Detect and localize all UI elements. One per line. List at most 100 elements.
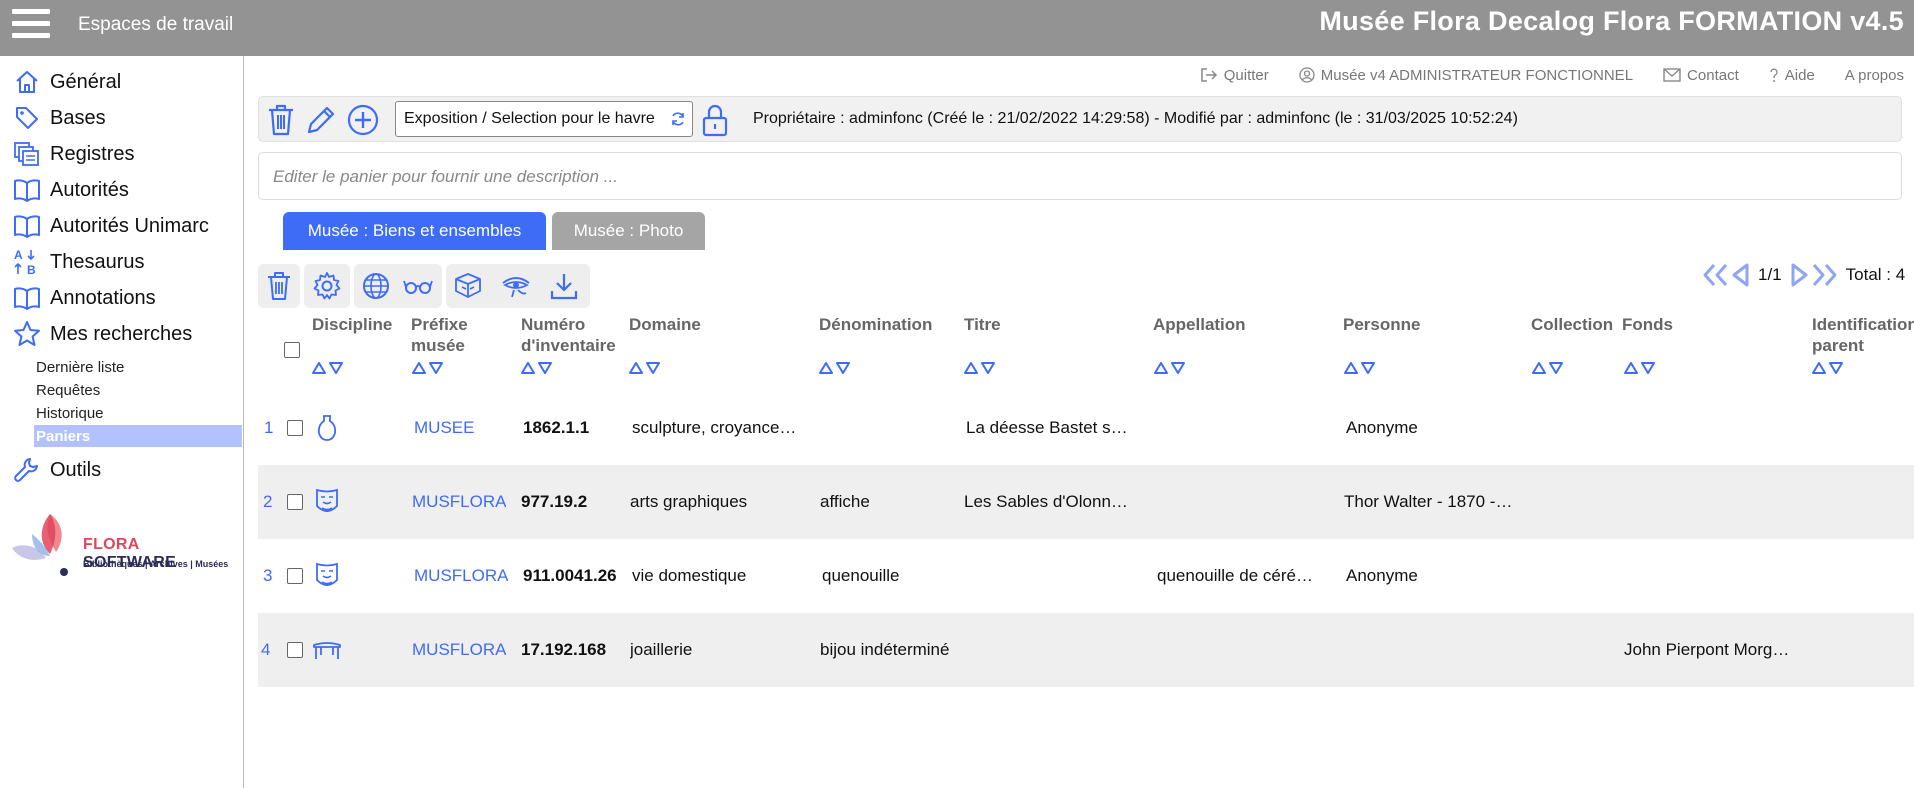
sidebar-subitem-derniere-liste[interactable]: Dernière liste	[34, 356, 242, 378]
prefix-link[interactable]: MUSFLORA	[412, 465, 506, 539]
column-header-denomination: Dénomination	[819, 315, 933, 334]
sidebar-item-bases[interactable]: Bases	[12, 102, 106, 134]
add-icon[interactable]	[345, 101, 381, 139]
action-group-view	[354, 264, 442, 308]
page-indicator: 1/1	[1758, 265, 1782, 284]
sidebar-subitem-historique[interactable]: Historique	[34, 402, 242, 424]
prefix-link[interactable]: MUSEE	[414, 391, 474, 465]
lock-icon[interactable]	[697, 101, 733, 139]
gear-icon[interactable]	[309, 268, 345, 304]
column-header-person: Personne	[1343, 315, 1421, 334]
help-link[interactable]: Aide	[1769, 64, 1815, 86]
contact-link[interactable]: Contact	[1663, 64, 1739, 86]
sort-arrows-icon[interactable]	[818, 360, 852, 376]
sidebar-item-thesaurus[interactable]: AB Thesaurus	[12, 246, 145, 278]
workspaces-link[interactable]: Espaces de travail	[78, 14, 233, 36]
inventory-number: 17.192.168	[521, 640, 607, 659]
menu-icon[interactable]	[12, 9, 50, 39]
flora-software-logo: FLORA SOFTWARE Bibliothèques | Archives …	[10, 508, 235, 580]
prefix-link[interactable]: MUSFLORA	[414, 539, 508, 613]
sort-arrows-icon[interactable]	[520, 360, 554, 376]
about-link[interactable]: A propos	[1845, 64, 1904, 86]
sort-arrows-icon[interactable]	[1531, 360, 1565, 376]
basket-select[interactable]: Exposition / Selection pour le havre	[395, 101, 693, 137]
table-row[interactable]: 1 MUSEE 1862.1.1 sculpture, croyance… La…	[258, 391, 1914, 465]
sidebar: Général Bases Registres Autorités Autori…	[0, 56, 244, 788]
appellation-cell	[1155, 613, 1341, 687]
sort-fonds[interactable]	[1623, 360, 1657, 376]
sidebar-item-registres[interactable]: Registres	[12, 138, 134, 170]
column-header-domain: Domaine	[629, 315, 701, 334]
trash-icon[interactable]	[263, 101, 299, 139]
sidebar-item-label: Thesaurus	[50, 250, 145, 273]
sort-arrows-icon[interactable]	[628, 360, 662, 376]
table-row[interactable]: 2 MUSFLORA 977.19.2 arts graphiques affi…	[258, 465, 1914, 539]
table-row[interactable]: 3 MUSFLORA 911.0041.26 vie domestique qu…	[258, 539, 1914, 613]
sidebar-item-annotations[interactable]: Annotations	[12, 282, 156, 314]
app-title: Musée Flora Decalog Flora FORMATION v4.5	[1319, 6, 1904, 36]
description-field[interactable]: Editer le panier pour fournir une descri…	[258, 152, 1902, 200]
last-page-icon[interactable]	[1810, 262, 1838, 288]
tab-photo[interactable]: Musée : Photo	[552, 212, 705, 250]
boxes-icon[interactable]	[450, 268, 486, 304]
sort-inventory[interactable]	[520, 360, 554, 376]
trash-icon[interactable]	[261, 268, 297, 304]
sort-discipline[interactable]	[311, 360, 345, 376]
select-all-checkbox[interactable]	[284, 342, 300, 358]
table-row[interactable]: 4 MUSFLORA 17.192.168 joaillerie bijou i…	[258, 613, 1914, 687]
user-link[interactable]: Musée v4 ADMINISTRATEUR FONCTIONNEL	[1299, 64, 1633, 86]
mail-icon	[1663, 68, 1681, 82]
previous-page-icon[interactable]	[1730, 262, 1750, 288]
sidebar-item-autorites-unimarc[interactable]: Autorités Unimarc	[12, 210, 209, 242]
sort-arrows-icon[interactable]	[1623, 360, 1657, 376]
person-cell	[1344, 613, 1530, 687]
sort-arrows-icon[interactable]	[1153, 360, 1187, 376]
sidebar-item-label: Annotations	[50, 286, 156, 309]
book-icon	[12, 211, 42, 241]
tab-biens-et-ensembles[interactable]: Musée : Biens et ensembles	[283, 212, 546, 250]
title-cell	[964, 613, 1150, 687]
tag-icon	[12, 103, 42, 133]
row-checkbox[interactable]	[287, 494, 303, 510]
edit-icon[interactable]	[303, 101, 339, 139]
quit-link[interactable]: Quitter	[1200, 64, 1269, 86]
row-checkbox[interactable]	[287, 642, 303, 658]
sort-arrows-icon[interactable]	[963, 360, 997, 376]
next-page-icon[interactable]	[1790, 262, 1810, 288]
sort-parent[interactable]	[1811, 360, 1845, 376]
sort-denomination[interactable]	[818, 360, 852, 376]
prefix-link[interactable]: MUSFLORA	[412, 613, 506, 687]
sort-domain[interactable]	[628, 360, 662, 376]
sidebar-subitem-requetes[interactable]: Requêtes	[34, 379, 242, 401]
sort-appellation[interactable]	[1153, 360, 1187, 376]
sort-arrows-icon[interactable]	[1811, 360, 1845, 376]
sort-title[interactable]	[963, 360, 997, 376]
fonds-cell	[1624, 391, 1810, 465]
first-page-icon[interactable]	[1702, 262, 1730, 288]
appellation-cell	[1155, 465, 1341, 539]
sort-prefix[interactable]	[411, 360, 445, 376]
sidebar-item-outils[interactable]: Outils	[12, 454, 101, 486]
sort-collection[interactable]	[1531, 360, 1565, 376]
sort-arrows-icon[interactable]	[411, 360, 445, 376]
appellation-cell	[1155, 391, 1341, 465]
eye-icon[interactable]	[498, 268, 534, 304]
sort-arrows-icon[interactable]	[1343, 360, 1377, 376]
globe-icon[interactable]	[358, 268, 394, 304]
sort-person[interactable]	[1343, 360, 1377, 376]
download-icon[interactable]	[546, 268, 582, 304]
glasses-icon[interactable]	[400, 268, 436, 304]
title-cell: Les Sables d'Olonn…	[964, 492, 1128, 511]
sidebar-item-label: Bases	[50, 106, 106, 129]
sidebar-item-autorites[interactable]: Autorités	[12, 174, 129, 206]
refresh-icon[interactable]	[670, 111, 686, 127]
row-checkbox[interactable]	[287, 568, 303, 584]
action-group-delete	[258, 264, 300, 308]
row-checkbox[interactable]	[287, 420, 303, 436]
sidebar-item-label: Autorités Unimarc	[50, 214, 209, 237]
sort-arrows-icon[interactable]	[311, 360, 345, 376]
sidebar-item-mes-recherches[interactable]: Mes recherches	[12, 318, 192, 350]
sidebar-subitem-paniers[interactable]: Paniers	[34, 425, 242, 447]
sidebar-item-label: Général	[50, 70, 122, 93]
sidebar-item-general[interactable]: Général	[12, 66, 121, 98]
